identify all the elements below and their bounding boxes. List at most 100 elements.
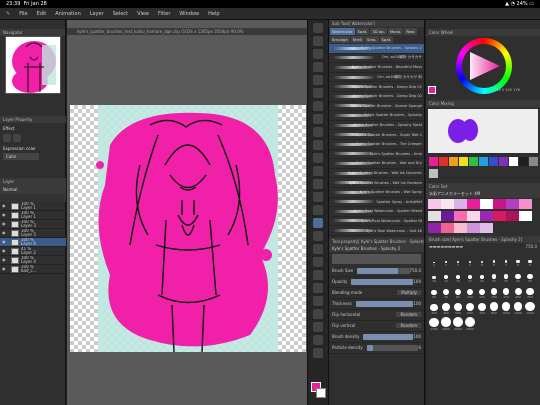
drawing-canvas[interactable] [70,105,306,352]
layer-row[interactable]: ◉ 100 % bad_c... [0,265,66,274]
brush-size-preset[interactable]: 60 [428,283,440,299]
menu-layer[interactable]: Layer [90,11,104,17]
effect-color-icon[interactable] [13,134,21,142]
sub-tool-tab[interactable]: Spat. [355,28,370,35]
brush-size-preset[interactable]: 17 [464,267,476,283]
eye-icon[interactable]: ◉ [2,239,9,246]
brush-size-preset[interactable]: 200 [512,283,524,299]
eye-icon[interactable]: ◉ [2,257,9,264]
brush-size-preset[interactable]: 120 [476,283,488,299]
menu-animation[interactable]: Animation [55,11,81,17]
brush-size-preset[interactable]: 3 [452,251,464,267]
color-set-swatch[interactable] [519,211,532,221]
effect-border-icon[interactable] [3,134,11,142]
tool-button-icon[interactable] [313,127,323,137]
brush-item[interactable]: Kyle's Real Watercolor - Spatter Mixed [329,207,424,217]
brush-item[interactable]: Kyle's Real Watercolor - Spatter Nl [329,217,424,227]
brush-size-preset[interactable]: 25 [488,267,500,283]
tool-button-icon[interactable] [313,244,323,254]
brush-item[interactable]: Kyle's Spatter Brushes - Wet and Dry [329,159,424,169]
brush-size-preset[interactable]: 2500 [452,315,464,331]
brush-size-preset[interactable]: 150 [488,283,500,299]
color-wheel[interactable]: S48 V 100 176 [426,36,540,96]
palette-swatch[interactable] [478,156,488,166]
prop-opacity[interactable]: Opacity 100 [329,277,424,288]
brush-size-preset[interactable]: 2000 [440,315,452,331]
brush-size-preset[interactable]: 1 [428,251,440,267]
brush-size-preset[interactable]: 250 [524,283,536,299]
tool-button-icon[interactable] [313,140,323,150]
brush-size-preset[interactable]: 400 [440,299,452,315]
sub-tool-tab[interactable]: Watercolor [330,28,355,35]
palette-swatch[interactable] [458,156,468,166]
tool-button-icon[interactable] [313,166,323,176]
brush-size-preset[interactable]: 9 [524,251,536,267]
brush-size-preset[interactable]: 20 [476,267,488,283]
brush-size-preset[interactable]: 700 [476,299,488,315]
navigator-preview[interactable] [5,36,61,94]
tool-button-icon[interactable] [313,270,323,280]
layer-row[interactable]: ◉ 100 % Layer 3 [0,220,66,229]
color-set-swatch[interactable] [480,223,493,233]
tool-button-icon[interactable] [313,309,323,319]
brush-size-preset[interactable]: 1700 [428,315,440,331]
brush-size-preset[interactable]: 4 [464,251,476,267]
mixing-palette[interactable] [426,155,540,181]
brush-item[interactable]: Kyle's Spatter Brushes - Wet Ink Dynamic [329,169,424,179]
sub-tool-tab[interactable]: Shell [350,36,364,43]
brush-size-preset[interactable]: 3000 [464,315,476,331]
brush-item[interactable]: Kyle's Spatter Brushes - Splashy 2 [329,44,424,54]
layer-row[interactable]: ◉ 100 % Layer 4 [0,256,66,265]
layer-row[interactable]: ◉ 100 % Layer 1 [0,202,66,211]
eye-icon[interactable]: ◉ [2,248,9,255]
color-set-swatch[interactable] [506,211,519,221]
eye-icon[interactable]: ◉ [2,212,9,219]
color-set-swatch[interactable] [493,211,506,221]
brush-size-preset[interactable]: 1200 [512,299,524,315]
tool-button-icon[interactable] [313,23,323,33]
color-mixing-area[interactable] [428,109,538,153]
brush-item[interactable]: Splatter Spray - ArtistMef [329,198,424,208]
layer-row[interactable]: ◉ 41 % Layer 2 [0,247,66,256]
tool-button-icon[interactable] [313,335,323,345]
tool-button-icon[interactable] [313,75,323,85]
brush-size-slider[interactable]: ▬▬▬▬▬▬▬▬▬ [429,244,463,249]
menu-help[interactable]: Help [208,11,219,17]
brush-size-preset[interactable]: 100 [464,283,476,299]
menu-view[interactable]: View [137,11,149,17]
color-set-swatch[interactable] [441,223,454,233]
brush-item[interactable]: Kyle's Spatter Brushes - Super Wet 1 [329,130,424,140]
sub-tool-tab[interactable]: 3D ap. [370,28,387,35]
layer-row[interactable]: ◉ 100 % Layer 5 [0,229,66,238]
tool-button-icon[interactable] [313,231,323,241]
sub-tool-tab[interactable]: Real [404,28,417,35]
sub-tool-tab[interactable]: Smudge [330,36,350,43]
brush-item[interactable]: Kyle's Spatter Brushes - Wet Ink Random [329,178,424,188]
brush-item[interactable]: Kyle's Spatter Brushes - Beautiful Mess [329,63,424,73]
color-set-swatch[interactable] [454,223,467,233]
prop-blending-mode[interactable]: Blending mode Multiply [329,288,424,299]
tool-button-icon[interactable] [313,218,323,228]
brush-size-preset[interactable]: 30 [500,267,512,283]
menu-file[interactable]: File [19,11,27,17]
color-set-swatch[interactable] [441,211,454,221]
sub-color-swatch[interactable] [316,388,326,398]
tool-button-icon[interactable] [313,88,323,98]
brush-item[interactable]: Kyle's Real Watercolor - Salt 4K [329,226,424,236]
prop-thickness[interactable]: Thickness 100 [329,299,424,310]
brush-item[interactable]: Kyle's Spatter Brushes - Splashy [329,111,424,121]
brush-item[interactable]: Kyle's Spatter Brushes - The Creeper [329,140,424,150]
color-set-swatch[interactable] [467,199,480,209]
brush-size-preset[interactable]: 10 [428,267,440,283]
menu-edit[interactable]: Edit [37,11,47,17]
palette-swatch[interactable] [508,156,518,166]
brush-size-preset[interactable]: 170 [500,283,512,299]
eye-icon[interactable]: ◉ [2,203,9,210]
palette-swatch[interactable] [518,156,528,166]
tool-button-icon[interactable] [313,49,323,59]
color-set-swatch[interactable] [428,223,441,233]
layer-row[interactable]: ◉ 100 % Layer 1 [0,211,66,220]
brush-size-preset[interactable]: 5 [476,251,488,267]
palette-swatch[interactable] [498,156,508,166]
tool-button-icon[interactable] [313,296,323,306]
